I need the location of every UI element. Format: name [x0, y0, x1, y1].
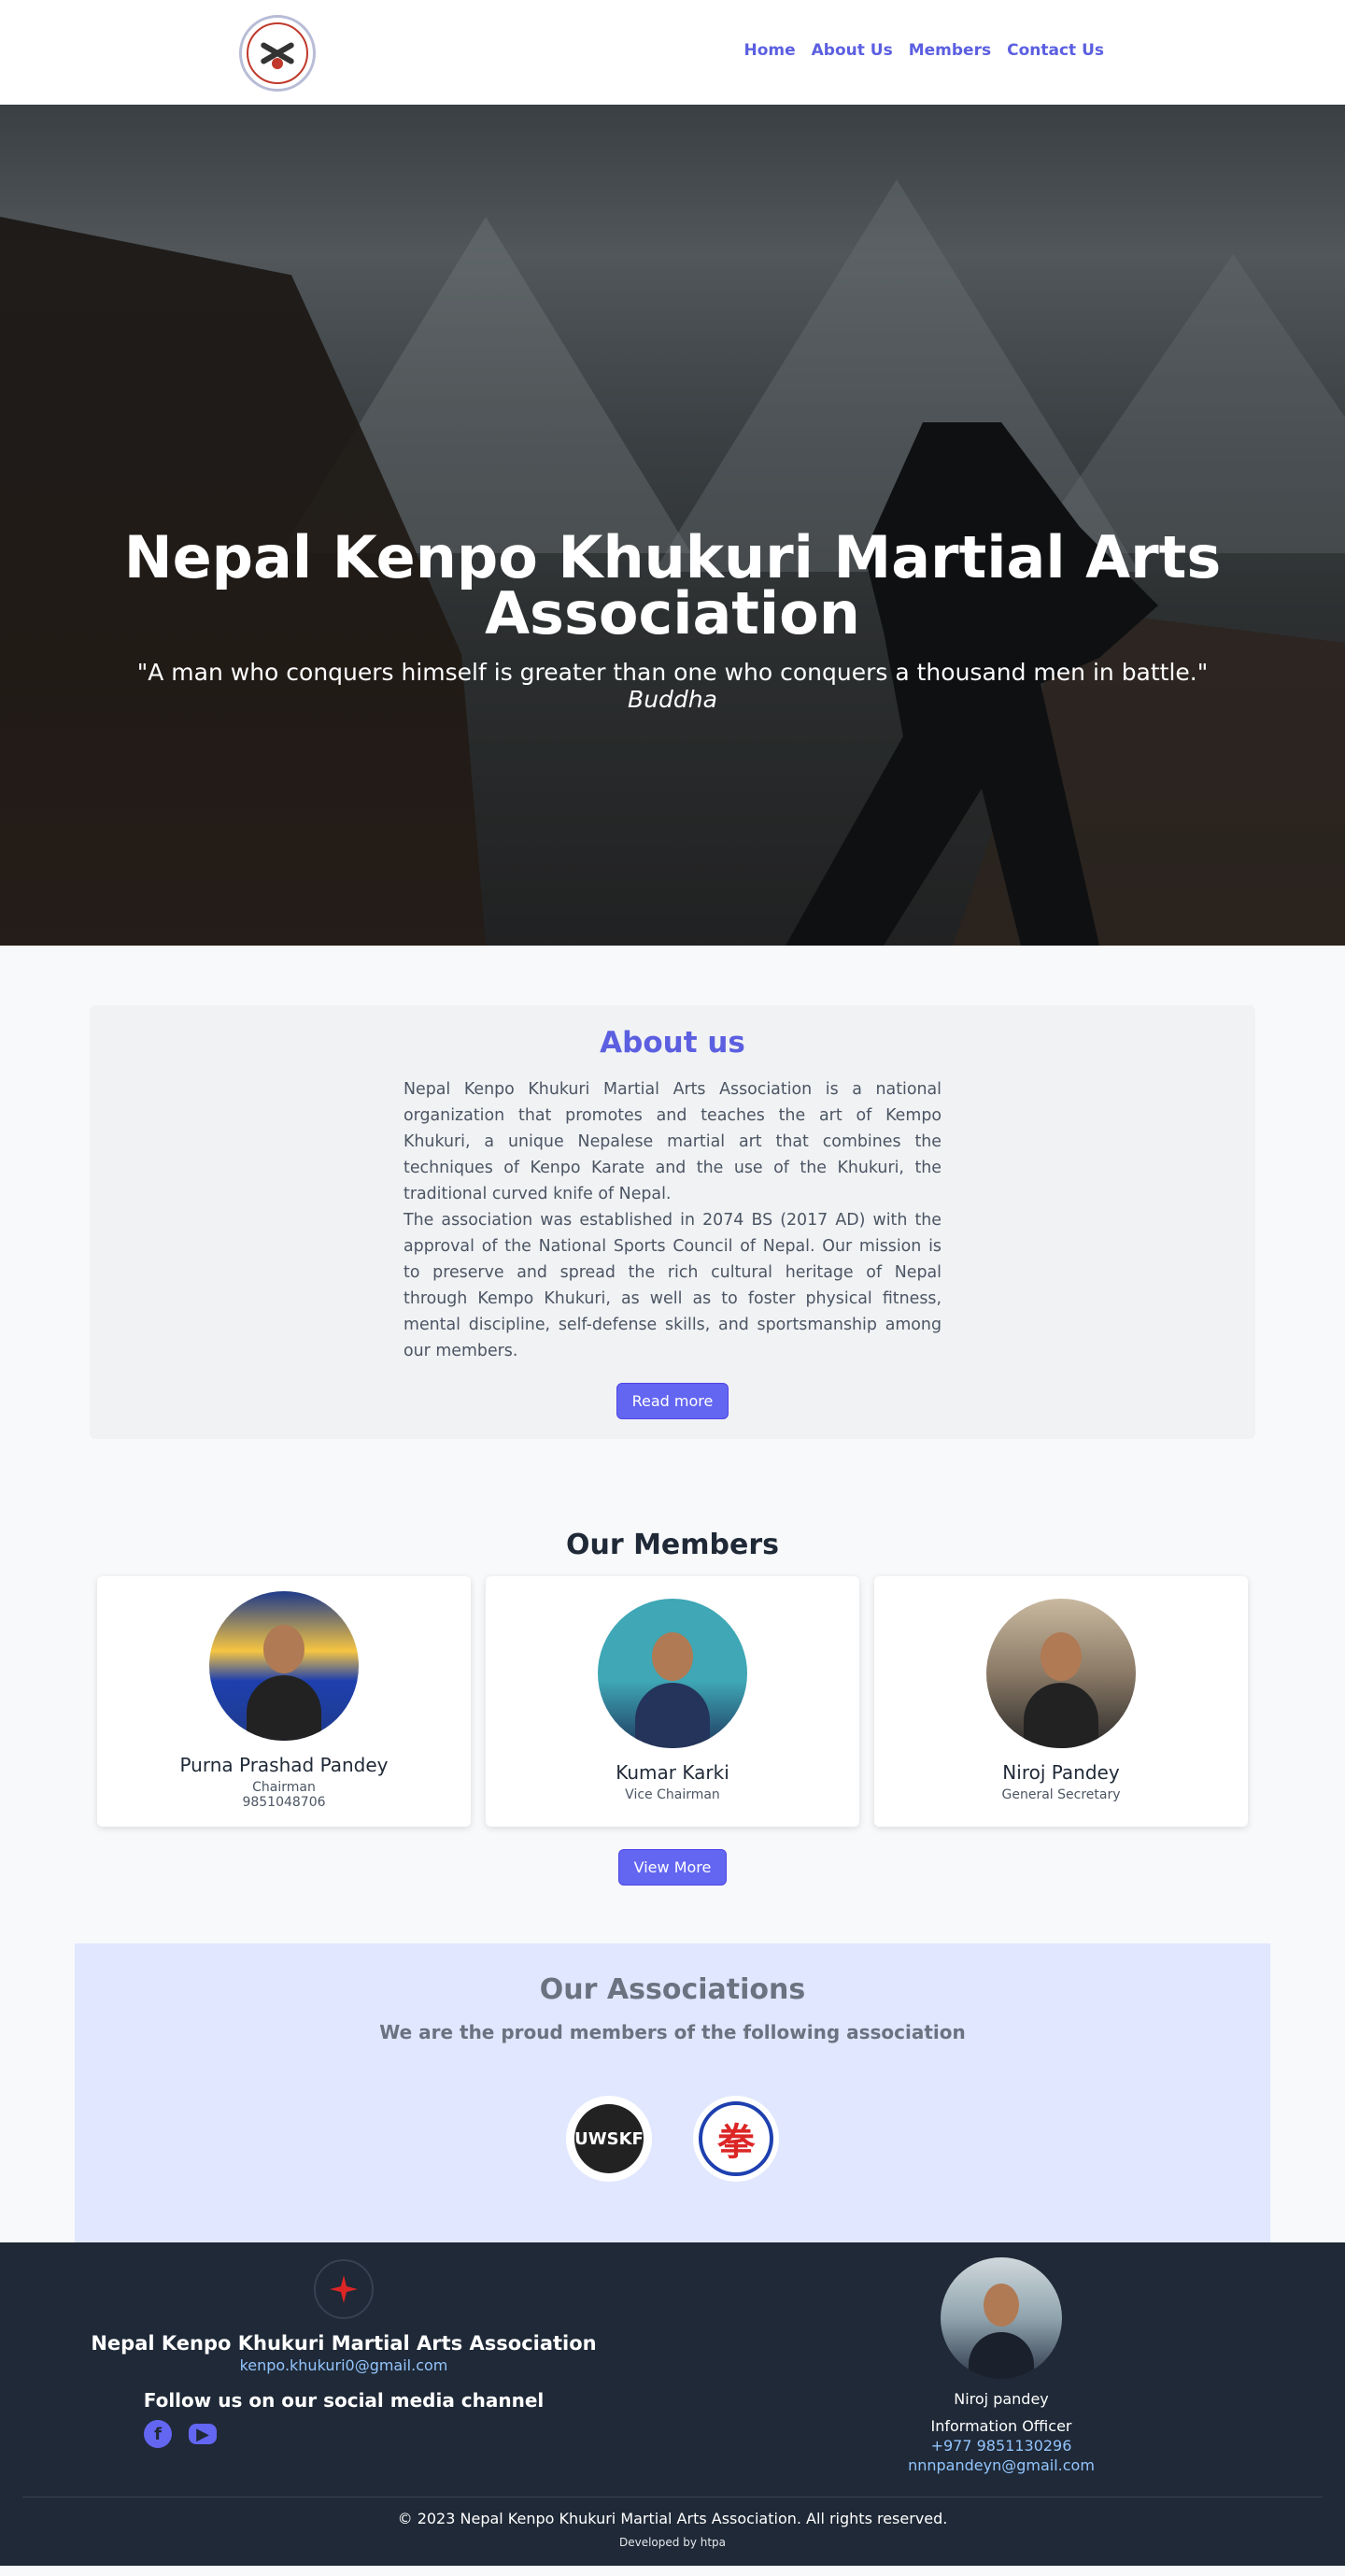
hero-quote-author: Buddha [628, 686, 717, 713]
footer-logo-icon [314, 2259, 374, 2319]
officer-phone-link[interactable]: +977 9851130296 [807, 2437, 1196, 2455]
officer-role: Information Officer [930, 2417, 1072, 2435]
member-role: General Secretary [1001, 1787, 1121, 1802]
member-card: Purna Prashad Pandey Chairman 9851048706 [97, 1576, 471, 1827]
association-logos: UWSKF 拳 [75, 2096, 1270, 2182]
about-section: About us Nepal Kenpo Khukuri Martial Art… [0, 946, 1345, 1439]
officer-email-link[interactable]: nnnpandeyn@gmail.com [807, 2456, 1196, 2474]
member-phone: 9851048706 [242, 1795, 326, 1810]
member-photo [209, 1591, 359, 1741]
member-card: Kumar Karki Vice Chairman [486, 1576, 859, 1827]
social-links: f ▶ [144, 2420, 217, 2448]
nav-links: Home About Us Members Contact Us [743, 41, 1104, 60]
member-name: Kumar Karki [616, 1761, 729, 1784]
associations-section: Our Associations We are the proud member… [75, 1943, 1270, 2242]
member-role: Vice Chairman [625, 1787, 720, 1802]
nav-link-members[interactable]: Members [909, 41, 991, 60]
copyright-text: © 2023 Nepal Kenpo Khukuri Martial Arts … [397, 2510, 948, 2527]
member-name: Purna Prashad Pandey [179, 1754, 389, 1776]
hero-quote: "A man who conquers himself is greater t… [136, 659, 1209, 686]
members-heading: Our Members [565, 1529, 780, 1561]
hero-content: Nepal Kenpo Khukuri Martial Arts Associa… [0, 523, 1345, 714]
footer-follow-text: Follow us on our social media channel [143, 2389, 545, 2412]
nav-link-home[interactable]: Home [743, 41, 795, 60]
about-card: About us Nepal Kenpo Khukuri Martial Art… [90, 1005, 1255, 1439]
member-name: Niroj Pandey [1002, 1761, 1120, 1784]
officer-photo [941, 2257, 1062, 2379]
nav-link-contact[interactable]: Contact Us [1007, 41, 1104, 60]
member-photo [986, 1599, 1136, 1748]
footer-email-link[interactable]: kenpo.khukuri0@gmail.com [0, 2356, 687, 2374]
hero-title: Nepal Kenpo Khukuri Martial Arts Associa… [123, 523, 1222, 648]
about-paragraph: Nepal Kenpo Khukuri Martial Arts Associa… [404, 1080, 942, 1203]
developer-credit: Developed by htpa [618, 2536, 727, 2549]
nav-link-about[interactable]: About Us [812, 41, 893, 60]
footer-divider [22, 2497, 1323, 2498]
associations-heading: Our Associations [539, 1973, 806, 2006]
about-paragraph: The association was established in 2074 … [404, 1211, 942, 1360]
association-logo[interactable] [239, 15, 316, 92]
member-card: Niroj Pandey General Secretary [874, 1576, 1248, 1827]
hero-banner: Nepal Kenpo Khukuri Martial Arts Associa… [0, 105, 1345, 946]
khukuri-emblem-icon [247, 22, 308, 84]
member-cards: Purna Prashad Pandey Chairman 9851048706… [0, 1576, 1345, 1827]
youtube-icon[interactable]: ▶ [189, 2424, 217, 2444]
about-heading: About us [600, 1026, 745, 1060]
uwskf-logo[interactable]: UWSKF [566, 2096, 652, 2182]
facebook-icon[interactable]: f [144, 2420, 172, 2448]
member-role: Chairman [252, 1780, 316, 1795]
officer-name: Niroj pandey [954, 2390, 1049, 2408]
footer-officer-info: Niroj pandey Information Officer +977 98… [807, 2257, 1196, 2474]
footer-org-info: Nepal Kenpo Khukuri Martial Arts Associa… [0, 2259, 687, 2412]
member-photo [598, 1599, 747, 1748]
associations-subheading: We are the proud members of the followin… [379, 2021, 966, 2043]
members-section: Our Members Purna Prashad Pandey Chairma… [0, 1439, 1345, 1886]
site-footer: Nepal Kenpo Khukuri Martial Arts Associa… [0, 2242, 1345, 2566]
view-more-button[interactable]: View More [617, 1849, 728, 1886]
footer-org-name: Nepal Kenpo Khukuri Martial Arts Associa… [91, 2332, 597, 2355]
top-navbar: Home About Us Members Contact Us [0, 0, 1345, 105]
read-more-button[interactable]: Read more [616, 1383, 729, 1419]
international-kempo-federation-logo[interactable]: 拳 [693, 2096, 779, 2182]
